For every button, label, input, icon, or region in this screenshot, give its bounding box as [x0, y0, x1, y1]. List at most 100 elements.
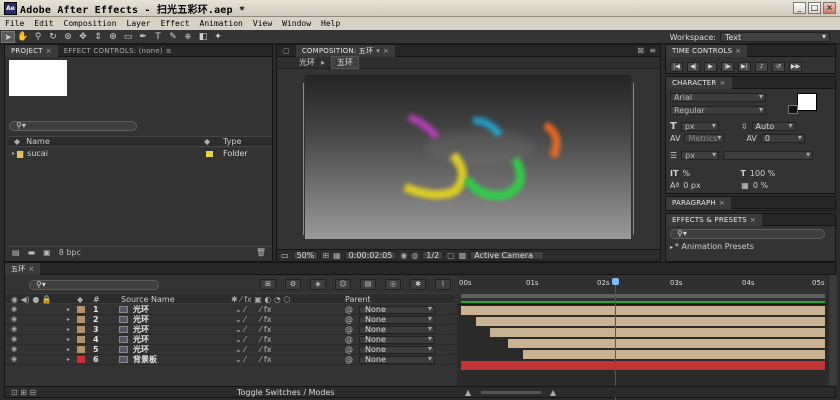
label-column-icon[interactable]: ◆ [14, 137, 20, 146]
menu-file[interactable]: File [0, 19, 29, 28]
visibility-eye-icon[interactable]: ◉ [11, 305, 17, 314]
timecode-display[interactable]: 0:00:02:05 [344, 251, 397, 260]
layer-label-color[interactable] [77, 336, 85, 343]
rotate-icon[interactable]: ↻ [46, 31, 60, 43]
track-z-icon[interactable]: ⇕ [91, 31, 105, 43]
track-xy-icon[interactable]: ✥ [76, 31, 90, 43]
audio-icon[interactable]: ♪ [755, 62, 768, 72]
layer-switches-icon[interactable]: ⌄ ⁄ [235, 355, 246, 364]
frame-blending-icon[interactable]: ▤ [360, 279, 376, 290]
maximize-button[interactable]: □ [808, 2, 821, 14]
parent-pickwhip-icon[interactable]: @ [345, 335, 353, 344]
rectangle-mask-icon[interactable]: ▭ [121, 31, 135, 43]
font-style-dropdown[interactable]: Regular [670, 106, 766, 115]
column-type[interactable]: Type [223, 137, 241, 146]
layer-name[interactable]: 光环 [133, 345, 149, 354]
bpc-label[interactable]: 8 bpc [59, 248, 81, 257]
menu-help[interactable]: Help [316, 19, 345, 28]
layer-duration-bar[interactable] [475, 317, 825, 326]
layer-quality-icon[interactable]: ⁄ fx [260, 315, 271, 324]
breadcrumb-current[interactable]: 五环 [331, 56, 360, 69]
effects-tree-item[interactable]: ▸ * Animation Presets [670, 242, 754, 251]
layer-duration-bar[interactable] [508, 339, 825, 348]
time-ruler[interactable]: 00s 01s 02s 03s 04s 05s [457, 275, 827, 305]
first-frame-icon[interactable]: |◀ [670, 62, 683, 72]
layer-quality-icon[interactable]: ⁄ fx [260, 355, 271, 364]
loop-icon[interactable]: ↺ [772, 62, 785, 72]
puppet-pin-icon[interactable]: ✦ [211, 31, 225, 43]
zoom-dropdown[interactable]: 50% [292, 251, 319, 260]
layer-row[interactable]: ◉ ▸ 4 光环 ⌄ ⁄ ⁄ fx @ None [5, 335, 455, 345]
snapshot-icon[interactable]: ◉ [400, 251, 407, 260]
layer-row[interactable]: ◉ ▸ 5 光环 ⌄ ⁄ ⁄ fx @ None [5, 345, 455, 355]
menu-effect[interactable]: Effect [156, 19, 195, 28]
expand-triangle-icon[interactable]: ▸ [67, 345, 70, 354]
parent-pickwhip-icon[interactable]: @ [345, 355, 353, 364]
expand-triangle-icon[interactable]: ▸ [12, 150, 15, 157]
panel-menu-icon[interactable]: ≡ [166, 47, 172, 55]
hand-icon[interactable]: ✋ [16, 31, 30, 43]
stroke-style-dropdown[interactable] [723, 151, 814, 160]
motion-blur-icon[interactable]: ◎ [385, 279, 401, 290]
parent-dropdown[interactable]: None [359, 326, 435, 334]
brush-icon[interactable]: ✎ [166, 31, 180, 43]
menu-view[interactable]: View [248, 19, 277, 28]
close-icon[interactable]: × [28, 265, 34, 273]
close-icon[interactable]: × [719, 79, 725, 87]
parent-dropdown[interactable]: None [359, 336, 435, 344]
layer-duration-bar[interactable] [461, 361, 825, 370]
baseline-shift-field[interactable]: 0 px [683, 181, 723, 190]
close-icon[interactable]: × [735, 47, 741, 55]
close-icon[interactable]: × [46, 47, 52, 55]
fill-color-swatch[interactable] [797, 93, 817, 111]
breadcrumb-item[interactable]: 光环 [299, 57, 315, 68]
tag-column-icon[interactable]: ◆ [204, 137, 210, 146]
play-icon[interactable]: ▶ [704, 62, 717, 72]
lock-icon[interactable]: ▢ [277, 45, 296, 57]
expand-panes-icon[interactable]: ⊡ ⊞ ⊟ [11, 388, 36, 397]
column-parent[interactable]: Parent [345, 295, 371, 304]
trash-icon[interactable]: 🗑 [256, 248, 266, 257]
region-icon[interactable]: ▢ [447, 251, 455, 260]
expand-triangle-icon[interactable]: ▸ [67, 315, 70, 324]
visibility-eye-icon[interactable]: ◉ [11, 345, 17, 354]
menu-animation[interactable]: Animation [195, 19, 248, 28]
layer-quality-icon[interactable]: ⁄ fx [260, 345, 271, 354]
current-time-indicator-head[interactable] [612, 278, 619, 285]
panel-menu-icon[interactable]: ≡ [649, 46, 656, 55]
layer-switches-icon[interactable]: ⌄ ⁄ [235, 345, 246, 354]
close-icon[interactable]: × [719, 199, 725, 207]
visibility-eye-icon[interactable]: ◉ [11, 335, 17, 344]
current-time-indicator-line[interactable] [615, 279, 616, 400]
live-update-icon[interactable]: ⚙ [285, 279, 301, 290]
comp-mini-flowchart-icon[interactable]: ⊞ [260, 279, 276, 290]
visibility-eye-icon[interactable]: ◉ [11, 315, 17, 324]
layer-row[interactable]: ◉ ▸ 1 光环 ⌄ ⁄ ⁄ fx @ None [5, 305, 455, 315]
project-item-row[interactable]: ▸ ▆ sucai Folder [8, 148, 272, 159]
tab-composition[interactable]: COMPOSITION: 五环 ▾ × [295, 44, 395, 57]
menu-edit[interactable]: Edit [29, 19, 58, 28]
column-source-name[interactable]: Source Name [121, 295, 175, 304]
menu-composition[interactable]: Composition [59, 19, 122, 28]
layer-switches-icon[interactable]: ⌄ ⁄ [235, 325, 246, 334]
visibility-eye-icon[interactable]: ◉ [11, 325, 17, 334]
clone-stamp-icon[interactable]: ⎈ [181, 31, 195, 43]
layer-name[interactable]: 背景板 [133, 355, 157, 364]
layer-row[interactable]: ◉ ▸ 2 光环 ⌄ ⁄ ⁄ fx @ None [5, 315, 455, 325]
monitor-icon[interactable]: ▭ [281, 251, 289, 260]
layer-label-color[interactable] [77, 356, 85, 363]
column-name[interactable]: Name [26, 137, 50, 146]
transparency-grid-icon[interactable]: ▩ [459, 251, 467, 260]
layer-name[interactable]: 光环 [133, 335, 149, 344]
close-icon[interactable]: × [383, 47, 389, 55]
tab-timeline[interactable]: 五环 × [5, 262, 41, 275]
layer-name[interactable]: 光环 [133, 305, 149, 314]
parent-dropdown[interactable]: None [359, 346, 435, 354]
parent-dropdown[interactable]: None [359, 316, 435, 324]
layer-label-color[interactable] [77, 326, 85, 333]
prev-frame-icon[interactable]: ◀| [687, 62, 700, 72]
hide-shy-layers-icon[interactable]: ☺ [335, 279, 351, 290]
layer-name[interactable]: 光环 [133, 315, 149, 324]
close-icon[interactable]: × [750, 216, 756, 224]
tab-effects-presets[interactable]: EFFECTS & PRESETS × [666, 213, 762, 226]
